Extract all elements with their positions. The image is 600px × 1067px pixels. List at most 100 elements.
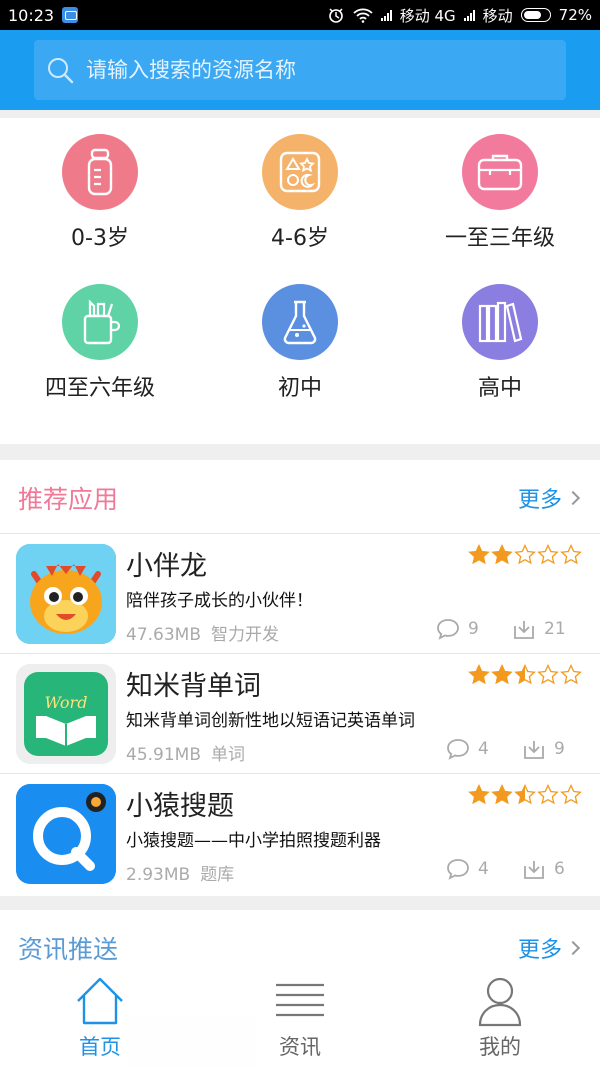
app-list-item[interactable]: Word 知米背单词 知米背单词创新性地以短语记英语单词 45.91MB 单词 4… bbox=[0, 654, 600, 774]
nav-news[interactable]: 资讯 bbox=[200, 967, 400, 1067]
toy-blocks-icon bbox=[262, 134, 338, 210]
category-grade-4-6[interactable]: 四至六年级 bbox=[0, 284, 200, 402]
star-icon bbox=[468, 784, 490, 805]
chevron-right-icon bbox=[565, 940, 581, 956]
flask-icon bbox=[262, 284, 338, 360]
comment-count[interactable]: 4 bbox=[446, 738, 489, 760]
dragon-app-icon bbox=[16, 544, 116, 644]
app-size: 2.93MB bbox=[126, 865, 191, 885]
search-input[interactable] bbox=[80, 40, 566, 100]
comment-count-value: 4 bbox=[478, 859, 489, 879]
category-label: 高中 bbox=[477, 376, 522, 401]
more-link[interactable]: 更多 bbox=[517, 932, 581, 964]
app-size: 45.91MB bbox=[126, 745, 201, 765]
comment-count-value: 9 bbox=[468, 619, 479, 639]
star-icon bbox=[537, 664, 559, 685]
app-meta: 47.63MB 智力开发 bbox=[126, 620, 279, 645]
app-category: 智力开发 bbox=[211, 625, 279, 645]
nav-home[interactable]: 首页 bbox=[0, 967, 200, 1067]
category-4-6[interactable]: 4-6岁 bbox=[200, 134, 400, 252]
rating-stars bbox=[468, 544, 582, 566]
signal-icon-2 bbox=[463, 9, 475, 21]
category-label: 0-3岁 bbox=[71, 226, 129, 251]
nav-label: 我的 bbox=[479, 1035, 521, 1059]
books-icon bbox=[462, 284, 538, 360]
baby-bottle-icon bbox=[62, 134, 138, 210]
search-icon bbox=[48, 58, 74, 84]
download-icon bbox=[514, 621, 534, 639]
star-icon bbox=[537, 784, 559, 805]
app-description: 陪伴孩子成长的小伙伴！ bbox=[126, 591, 313, 611]
rating-stars bbox=[468, 664, 582, 686]
recommended-header: 推荐应用 更多 bbox=[0, 460, 600, 534]
category-label: 四至六年级 bbox=[44, 376, 155, 401]
app-category: 题库 bbox=[200, 865, 235, 885]
rating-stars bbox=[468, 784, 582, 806]
comment-count[interactable]: 4 bbox=[446, 858, 489, 880]
app-list-item[interactable]: 小猿搜题 小猿搜题——中小学拍照搜题利器 2.93MB 题库 4 6 bbox=[0, 774, 600, 894]
search-bar[interactable] bbox=[34, 40, 566, 100]
schoolbag-icon bbox=[462, 134, 538, 210]
more-label: 更多 bbox=[517, 938, 562, 963]
wifi-icon bbox=[353, 8, 373, 23]
category-0-3[interactable]: 0-3岁 bbox=[0, 134, 200, 252]
svg-text:Word: Word bbox=[45, 693, 88, 712]
comment-count-value: 4 bbox=[478, 739, 489, 759]
star-icon bbox=[491, 784, 513, 805]
chevron-right-icon bbox=[565, 490, 581, 506]
app-name: 小猿搜题 bbox=[126, 791, 234, 822]
word-book-app-icon: Word bbox=[16, 664, 116, 764]
star-icon bbox=[491, 544, 513, 565]
category-grade-1-3[interactable]: 一至三年级 bbox=[400, 134, 600, 252]
signal-icon bbox=[380, 9, 392, 21]
news-list-icon bbox=[276, 983, 324, 1017]
category-junior-high[interactable]: 初中 bbox=[200, 284, 400, 402]
app-meta: 45.91MB 单词 bbox=[126, 740, 245, 765]
download-count-value: 6 bbox=[554, 859, 565, 879]
star-icon bbox=[514, 544, 536, 565]
app-meta: 2.93MB 题库 bbox=[126, 860, 234, 885]
download-count[interactable]: 6 bbox=[522, 858, 565, 880]
star-icon bbox=[468, 664, 490, 685]
section-title: 推荐应用 bbox=[18, 485, 119, 514]
recommended-section: 推荐应用 更多 小伴龙 陪伴孩子成长的小伙伴！ 47.63MB 智力开发 9 21… bbox=[0, 460, 600, 896]
category-grid: 0-3岁 4-6岁 一至三年级 四至六年级 初中 高中 bbox=[0, 118, 600, 444]
nav-label: 首页 bbox=[79, 1035, 121, 1059]
star-icon bbox=[514, 664, 536, 685]
alarm-icon bbox=[328, 8, 343, 23]
bottom-nav: 首页 资讯 我的 bbox=[0, 967, 600, 1067]
comment-count[interactable]: 9 bbox=[436, 618, 479, 640]
category-label: 4-6岁 bbox=[271, 226, 329, 251]
section-title: 资讯推送 bbox=[18, 935, 119, 964]
home-icon bbox=[77, 977, 123, 1025]
app-name: 小伴龙 bbox=[126, 551, 207, 582]
download-count-value: 9 bbox=[554, 739, 565, 759]
comment-icon bbox=[447, 739, 469, 760]
app-list-item[interactable]: 小伴龙 陪伴孩子成长的小伙伴！ 47.63MB 智力开发 9 21 bbox=[0, 534, 600, 654]
app-header bbox=[0, 30, 600, 110]
app-size: 47.63MB bbox=[126, 625, 201, 645]
battery-percent: 72% bbox=[558, 6, 592, 24]
notification-icon bbox=[62, 7, 79, 23]
pencil-cup-icon bbox=[62, 284, 138, 360]
star-icon bbox=[560, 664, 582, 685]
profile-icon bbox=[478, 977, 522, 1027]
more-label: 更多 bbox=[517, 488, 562, 513]
download-count[interactable]: 9 bbox=[522, 738, 565, 760]
status-bar: 10:23 移动 4G 移动 72% bbox=[0, 0, 600, 30]
download-icon bbox=[524, 741, 544, 759]
star-icon bbox=[468, 544, 490, 565]
download-count[interactable]: 21 bbox=[512, 618, 566, 640]
star-icon bbox=[514, 784, 536, 805]
nav-label: 资讯 bbox=[279, 1035, 321, 1059]
star-icon bbox=[560, 784, 582, 805]
carrier-1: 移动 4G bbox=[399, 6, 456, 25]
nav-profile[interactable]: 我的 bbox=[400, 967, 600, 1067]
carrier-2: 移动 bbox=[482, 6, 513, 25]
star-icon bbox=[491, 664, 513, 685]
more-link[interactable]: 更多 bbox=[517, 482, 581, 514]
category-label: 初中 bbox=[277, 376, 322, 401]
category-senior-high[interactable]: 高中 bbox=[400, 284, 600, 402]
app-category: 单词 bbox=[211, 745, 245, 765]
category-label: 一至三年级 bbox=[444, 226, 555, 251]
